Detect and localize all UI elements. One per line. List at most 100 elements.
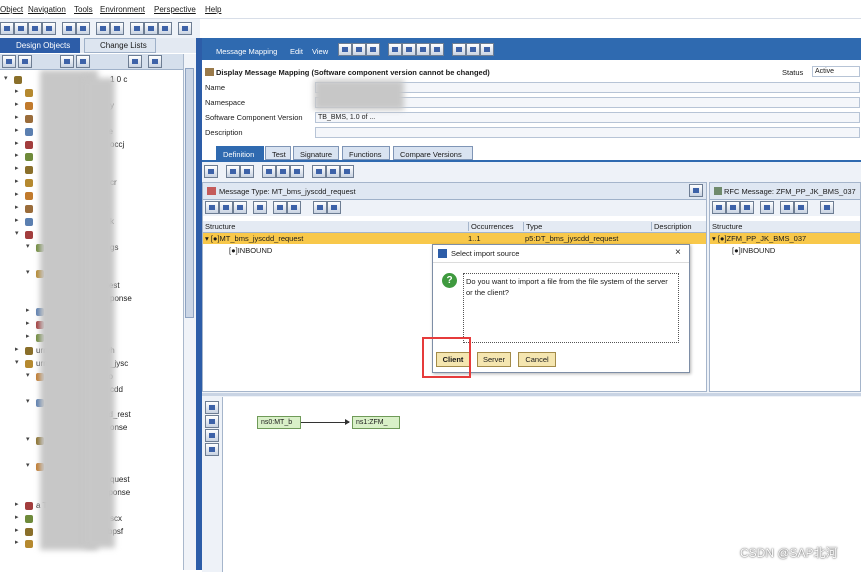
tab-definition[interactable]: Definition <box>216 146 264 160</box>
close-icon[interactable]: × <box>675 247 681 258</box>
tools-icon[interactable] <box>96 22 110 35</box>
chevron-right-icon[interactable]: ▸ <box>26 319 30 327</box>
compare-icon[interactable] <box>430 43 444 56</box>
chevron-right-icon[interactable]: ▸ <box>15 151 19 159</box>
dependency-icon[interactable] <box>312 165 326 178</box>
tgt-filter-icon[interactable] <box>760 201 774 214</box>
link-icon[interactable] <box>326 165 340 178</box>
mapping-tool-icon[interactable] <box>204 165 218 178</box>
table-icon[interactable] <box>226 165 240 178</box>
gear-icon[interactable] <box>262 165 276 178</box>
menu-help[interactable]: Help <box>205 5 221 14</box>
new-icon[interactable] <box>0 22 14 35</box>
menu-navigation[interactable]: Navigation <box>28 5 66 14</box>
funnel-icon[interactable] <box>128 55 142 68</box>
source-map-node[interactable]: ns0:MT_b <box>257 416 301 429</box>
cancel-button[interactable]: Cancel <box>518 352 556 367</box>
tab-functions[interactable]: Functions <box>342 146 390 160</box>
chevron-right-icon[interactable]: ▸ <box>15 100 19 108</box>
chevron-right-icon[interactable]: ▸ <box>15 345 19 353</box>
tgt-export-icon[interactable] <box>740 201 754 214</box>
history-icon[interactable] <box>110 22 124 35</box>
filter-icon[interactable] <box>60 55 74 68</box>
save-icon[interactable] <box>42 22 56 35</box>
grid-icon[interactable] <box>466 43 480 56</box>
chevron-right-icon[interactable]: ▸ <box>15 126 19 134</box>
tree-scrollbar[interactable] <box>183 54 196 570</box>
src-filter-icon[interactable] <box>253 201 267 214</box>
src-export-icon[interactable] <box>233 201 247 214</box>
chevron-right-icon[interactable]: ▸ <box>15 216 19 224</box>
source-pane-menu-icon[interactable] <box>689 184 703 197</box>
zoom-tool-icon[interactable] <box>205 429 219 442</box>
chevron-right-icon[interactable]: ▸ <box>15 500 19 508</box>
select-tool-icon[interactable] <box>205 401 219 414</box>
tgt-table-icon[interactable] <box>726 201 740 214</box>
fit-tool-icon[interactable] <box>205 443 219 456</box>
search-icon[interactable] <box>62 22 76 35</box>
node-icon[interactable] <box>276 165 290 178</box>
tab-change-lists[interactable]: Change Lists <box>84 38 156 53</box>
target-map-node[interactable]: ns1:ZFM_ <box>352 416 400 429</box>
edit-menu[interactable]: Edit <box>290 47 303 56</box>
chevron-right-icon[interactable]: ▸ <box>15 513 19 521</box>
pen-tool-icon[interactable] <box>205 415 219 428</box>
layout-editor-icon[interactable] <box>480 43 494 56</box>
tab-test[interactable]: Test <box>265 146 291 160</box>
description-field[interactable] <box>315 127 860 138</box>
message-mapping-menu[interactable]: Message Mapping <box>216 47 277 56</box>
chevron-right-icon[interactable]: ▸ <box>15 526 19 534</box>
open-icon[interactable] <box>28 22 42 35</box>
tab-signature[interactable]: Signature <box>293 146 339 160</box>
table-row[interactable]: ▾ [●]MT_bms_jyscdd_request 1..1 p5:DT_bm… <box>203 233 706 244</box>
server-button[interactable]: Server <box>477 352 511 367</box>
chevron-right-icon[interactable]: ▸ <box>15 538 19 546</box>
tgt-import-icon[interactable] <box>780 201 794 214</box>
tab-compare-versions[interactable]: Compare Versions <box>393 146 473 160</box>
chevron-right-icon[interactable]: ▸ <box>26 332 30 340</box>
print-icon[interactable] <box>76 22 90 35</box>
edit-icon[interactable] <box>352 43 366 56</box>
unlink-icon[interactable] <box>340 165 354 178</box>
table-row[interactable]: [●]INBOUND <box>710 245 860 256</box>
chevron-right-icon[interactable]: ▸ <box>15 87 19 95</box>
delete-icon[interactable] <box>240 165 254 178</box>
tgt-expand-icon[interactable] <box>820 201 834 214</box>
tab-design-objects[interactable]: Design Objects <box>0 38 80 53</box>
src-collapse-icon[interactable] <box>327 201 341 214</box>
src-table-icon[interactable] <box>219 201 233 214</box>
display-icon[interactable] <box>338 43 352 56</box>
chevron-right-icon[interactable]: ▸ <box>15 164 19 172</box>
info-icon[interactable] <box>388 43 402 56</box>
back-icon[interactable] <box>130 22 144 35</box>
chevron-down-icon[interactable]: ▾ <box>4 74 8 82</box>
menu-environment[interactable]: Environment <box>100 5 145 14</box>
copy-object-icon[interactable] <box>366 43 380 56</box>
print-editor-icon[interactable] <box>452 43 466 56</box>
chevron-down-icon[interactable]: ▾ <box>15 358 19 366</box>
src-tree-icon[interactable] <box>205 201 219 214</box>
collapse-icon[interactable] <box>18 55 32 68</box>
chevron-right-icon[interactable]: ▸ <box>26 306 30 314</box>
expand-icon[interactable] <box>2 55 16 68</box>
chevron-right-icon[interactable]: ▸ <box>15 203 19 211</box>
chevron-down-icon[interactable]: ▾ <box>15 229 19 237</box>
pane-divider[interactable] <box>202 393 861 396</box>
check-icon[interactable] <box>402 43 416 56</box>
where-used-icon[interactable] <box>416 43 430 56</box>
src-dropdown-icon[interactable] <box>287 201 301 214</box>
forward-icon[interactable] <box>144 22 158 35</box>
menu-object[interactable]: Object <box>0 5 23 14</box>
menu-tools[interactable]: Tools <box>74 5 93 14</box>
refresh-icon[interactable] <box>76 55 90 68</box>
settings-icon[interactable] <box>178 22 192 35</box>
chevron-right-icon[interactable]: ▸ <box>15 113 19 121</box>
chevron-down-icon[interactable]: ▾ <box>26 242 30 250</box>
chevron-down-icon[interactable]: ▾ <box>26 268 30 276</box>
chevron-right-icon[interactable]: ▸ <box>15 177 19 185</box>
tgt-tree-icon[interactable] <box>712 201 726 214</box>
chevron-down-icon[interactable]: ▾ <box>26 397 30 405</box>
copy-icon[interactable] <box>14 22 28 35</box>
window-icon[interactable] <box>158 22 172 35</box>
table-row[interactable]: ▾ [●]ZFM_PP_JK_BMS_037 <box>710 233 860 244</box>
